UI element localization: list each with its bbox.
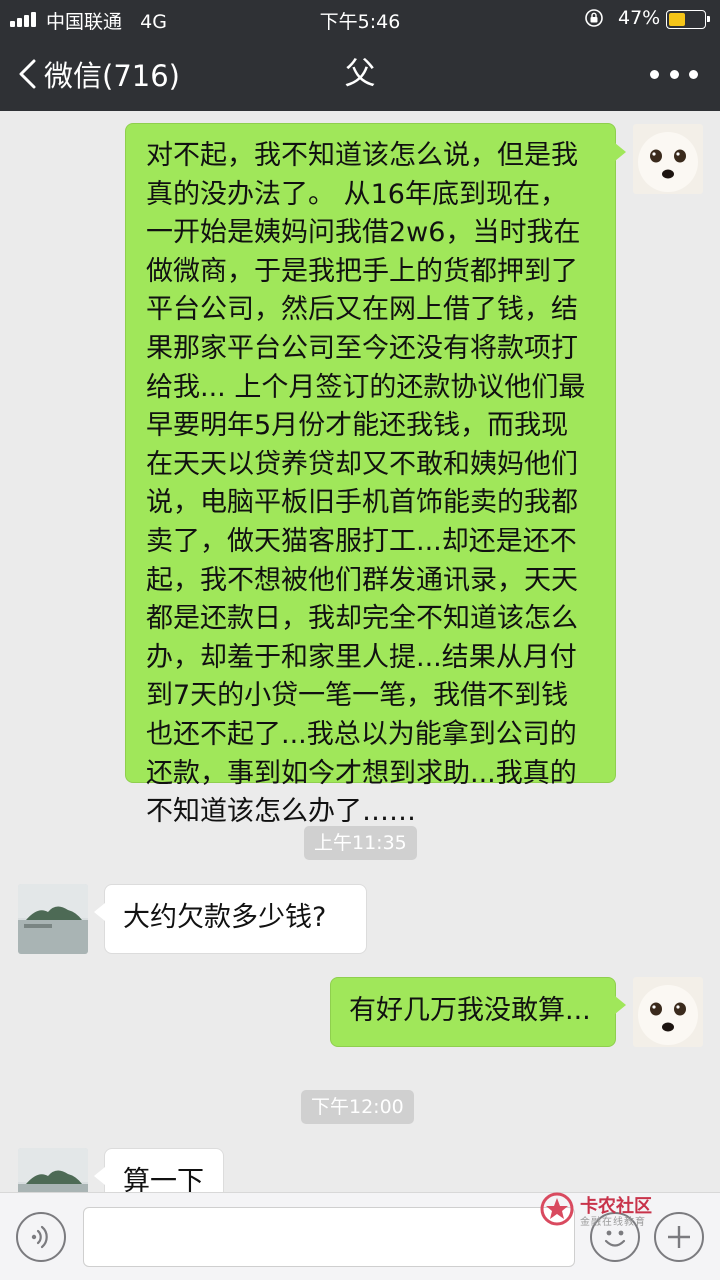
voice-button[interactable] bbox=[16, 1212, 66, 1262]
chevron-left-icon bbox=[19, 59, 36, 89]
timestamp: 上午11:35 bbox=[304, 826, 417, 860]
message-line: 说，电脑平板旧手机首饰能卖的我都 bbox=[146, 487, 578, 519]
message-line: 做微商，于是我把手上的货都押到了 bbox=[146, 255, 578, 287]
message-bubble-incoming[interactable]: 大约欠款多少钱? bbox=[104, 884, 367, 954]
message-text: 有好几万我没敢算... bbox=[349, 995, 591, 1026]
message-bubble-incoming[interactable]: 算一下 bbox=[104, 1148, 224, 1192]
voice-icon bbox=[31, 1225, 48, 1249]
message-line: 起，我不想被他们群发通讯录，天天 bbox=[146, 564, 578, 596]
plus-button[interactable] bbox=[654, 1212, 704, 1262]
dog-avatar-image bbox=[633, 124, 703, 194]
status-time: 下午5:46 bbox=[319, 11, 401, 33]
message-bubble-outgoing[interactable]: 对不起，我不知道该怎么说，但是我 真的没办法了。 从16年底到现在， 一开始是姨妈问… bbox=[125, 123, 616, 827]
message-line: 对不起，我不知道该怎么说，但是我 bbox=[146, 140, 578, 171]
message-line: 办，却羞于和家里人提...结果从月付 bbox=[146, 641, 577, 673]
message-text: 算一下 bbox=[123, 1166, 204, 1192]
message-line: 给我... 上个月签订的还款协议他们最 bbox=[146, 371, 586, 403]
message-text: 对不起，我不知道该怎么说，但是我 真的没办法了。 从16年底到现在， 一开始是姨妈问… bbox=[146, 137, 615, 832]
message-line: 在天天以贷养贷却又不敢和姨妈他们 bbox=[146, 448, 578, 480]
message-line: 平台公司，然后又在网上借了钱，结 bbox=[146, 294, 578, 326]
message-bubble-outgoing[interactable]: 有好几万我没敢算... bbox=[330, 977, 616, 1047]
battery-percent: 47% bbox=[618, 7, 661, 29]
chat-area[interactable]: 对不起，我不知道该怎么说，但是我 真的没办法了。 从16年底到现在， 一开始是姨妈问… bbox=[0, 111, 720, 1192]
message-text: 大约欠款多少钱? bbox=[123, 902, 327, 933]
message-input[interactable] bbox=[83, 1207, 575, 1267]
more-dots-icon bbox=[650, 69, 659, 79]
my-avatar[interactable] bbox=[633, 124, 703, 194]
contact-avatar[interactable] bbox=[18, 1148, 88, 1192]
status-bar: 中国联通 4G 下午5:46 47% bbox=[0, 0, 720, 38]
more-button[interactable] bbox=[650, 60, 698, 88]
message-line: 一开始是姨妈问我借2w6，当时我在 bbox=[146, 217, 581, 249]
message-line: 早要明年5月份才能还我钱，而我现 bbox=[146, 410, 569, 442]
message-line: 卖了，做天猫客服打工...却还是还不 bbox=[146, 525, 577, 557]
message-line: 果那家平台公司至今还没有将款项打 bbox=[146, 332, 578, 364]
top-bar: 中国联通 4G 下午5:46 47% 微信(716) 父 bbox=[0, 0, 720, 111]
battery-icon bbox=[666, 10, 710, 29]
back-button[interactable]: 微信(716) bbox=[18, 50, 180, 98]
back-label: 微信(716) bbox=[44, 59, 180, 93]
rotation-lock-icon bbox=[585, 9, 603, 27]
landscape-avatar-image bbox=[18, 1148, 88, 1192]
dog-avatar-image bbox=[633, 977, 703, 1047]
message-line: 都是还款日，我却完全不知道该怎么 bbox=[146, 603, 578, 635]
emoji-icon bbox=[604, 1230, 626, 1247]
landscape-avatar-image bbox=[18, 884, 88, 954]
emoji-button[interactable] bbox=[590, 1212, 640, 1262]
message-line: 到7天的小贷一笔一笔，我借不到钱 bbox=[146, 680, 569, 712]
my-avatar[interactable] bbox=[633, 977, 703, 1047]
battery-fill bbox=[669, 13, 685, 26]
message-line: 还款，事到如今才想到求助...我真的 bbox=[146, 757, 577, 789]
plus-icon bbox=[668, 1226, 690, 1248]
timestamp: 下午12:00 bbox=[301, 1090, 414, 1124]
contact-avatar[interactable] bbox=[18, 884, 88, 954]
message-line: 真的没办法了。 从16年底到现在， bbox=[146, 178, 567, 210]
input-bar bbox=[0, 1192, 720, 1280]
message-line: 也还不起了...我总以为能拿到公司的 bbox=[146, 718, 577, 750]
